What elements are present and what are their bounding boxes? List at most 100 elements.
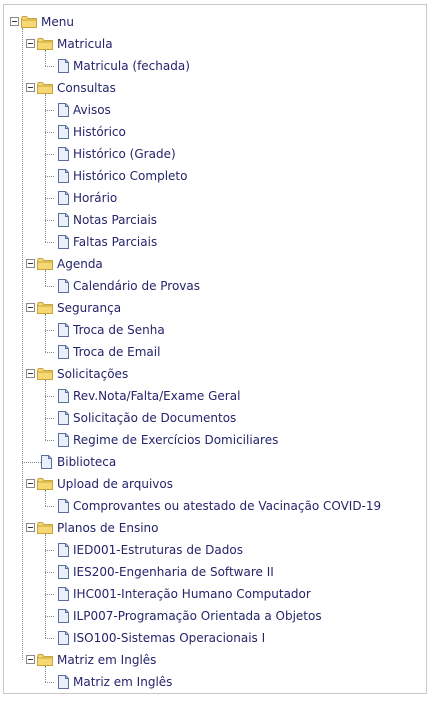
tree-item-calendario-de-provas-label: Calendário de Provas	[73, 279, 201, 293]
folder-open-icon	[37, 38, 53, 50]
tree-item-historico-completo-label: Histórico Completo	[73, 169, 188, 183]
folder-open-icon	[37, 258, 53, 270]
tree-item-ilp007-programacao-orientada-a-objetos-label: ILP007-Programação Orientada a Objetos	[73, 609, 322, 623]
tree-connector-line	[45, 616, 54, 617]
page-icon	[58, 125, 69, 139]
tree-connector-line	[45, 506, 54, 507]
tree-item-troca-de-email-label: Troca de Email	[73, 345, 161, 359]
tree-connector-line	[45, 314, 46, 352]
page-icon	[58, 323, 69, 337]
tree-item-notas-parciais-label: Notas Parciais	[73, 213, 158, 227]
collapse-toggle-matricula[interactable]	[26, 39, 35, 48]
tree-connector-line	[45, 666, 46, 682]
tree-item-ihc001-interacao-humano-computador-label: IHC001-Interação Humano Computador	[73, 587, 311, 601]
page-icon	[58, 499, 69, 513]
tree-item-matricula-fechada-label: Matricula (fechada)	[73, 59, 190, 73]
tree-connector-line	[45, 594, 54, 595]
tree-folder-agenda-label: Agenda	[57, 257, 103, 271]
collapse-toggle-planos-de-ensino[interactable]	[26, 523, 35, 532]
page-icon	[58, 345, 69, 359]
page-icon	[58, 565, 69, 579]
page-icon	[58, 609, 69, 623]
tree-connector-line	[45, 638, 54, 639]
tree-connector-line	[45, 572, 54, 573]
page-icon	[58, 147, 69, 161]
tree-connector-line	[45, 154, 54, 155]
collapse-toggle-agenda[interactable]	[26, 259, 35, 268]
tree-connector-line	[45, 490, 46, 506]
tree-connector-line	[45, 418, 54, 419]
tree-item-ies200-engenharia-de-software-ii-label: IES200-Engenharia de Software II	[73, 565, 274, 579]
folder-open-icon	[37, 302, 53, 314]
folder-open-icon	[37, 82, 53, 94]
collapse-toggle-seguranca[interactable]	[26, 303, 35, 312]
tree-connector-line	[45, 352, 54, 353]
folder-open-icon	[37, 478, 53, 490]
tree-connector-line	[45, 330, 54, 331]
tree-item-regime-de-exercicios-domiciliares-label: Regime de Exercícios Domiciliares	[73, 433, 279, 447]
folder-open-icon	[37, 368, 53, 380]
collapse-toggle-upload-de-arquivos[interactable]	[26, 479, 35, 488]
tree-item-iso100-sistemas-operacionais-i-label: ISO100-Sistemas Operacionais I	[73, 631, 266, 645]
tree-connector-line	[45, 270, 46, 286]
tree-folder-planos-de-ensino-label: Planos de Ensino	[57, 521, 159, 535]
tree-connector-line	[45, 396, 54, 397]
tree-connector-line	[45, 550, 54, 551]
tree-connector-line	[45, 242, 54, 243]
tree-root-menu-label: Menu	[41, 15, 74, 29]
tree-connector-line	[45, 66, 54, 67]
page-icon	[58, 279, 69, 293]
tree-item-historico-label: Histórico	[73, 125, 126, 139]
tree-connector-line	[45, 534, 46, 638]
tree-connector-line	[45, 380, 46, 440]
page-icon	[58, 59, 69, 73]
tree-connector-line	[45, 682, 54, 683]
collapse-toggle-matriz-em-ingles[interactable]	[26, 655, 35, 664]
tree-folder-upload-de-arquivos-label: Upload de arquivos	[57, 477, 174, 491]
tree-connector-line	[22, 462, 41, 463]
page-icon	[58, 411, 69, 425]
tree-connector-line	[45, 50, 46, 66]
tree-folder-solicitacoes-label: Solicitações	[57, 367, 129, 381]
collapse-toggle-consultas[interactable]	[26, 83, 35, 92]
tree-connector-line	[45, 94, 46, 242]
tree-connector-line	[45, 132, 54, 133]
tree-folder-matricula-label: Matricula	[57, 37, 113, 51]
folder-open-icon	[37, 522, 53, 534]
tree-folder-seguranca-label: Segurança	[57, 301, 122, 315]
page-icon	[58, 389, 69, 403]
page-icon	[58, 169, 69, 183]
tree-item-ied001-estruturas-de-dados-label: IED001-Estruturas de Dados	[73, 543, 243, 557]
page-icon	[58, 235, 69, 249]
page-icon	[41, 455, 52, 469]
page-icon	[58, 191, 69, 205]
tree-item-rev-nota-falta-exame-geral-label: Rev.Nota/Falta/Exame Geral	[73, 389, 241, 403]
tree-item-biblioteca-label: Biblioteca	[57, 455, 117, 469]
tree-connector-line	[45, 198, 54, 199]
tree-connector-line	[45, 176, 54, 177]
page-icon	[58, 103, 69, 117]
page-icon	[58, 631, 69, 645]
page-icon	[58, 587, 69, 601]
menu-tree: Menu Matricula Matricula (fechada) Consulta…	[4, 5, 426, 693]
page-icon	[58, 543, 69, 557]
menu-panel: Menu Matricula Matricula (fechada) Consulta…	[3, 4, 427, 694]
tree-folder-matriz-em-ingles-label: Matriz em Inglês	[57, 653, 157, 667]
collapse-toggle-menu[interactable]	[10, 17, 19, 26]
page-icon	[58, 675, 69, 689]
tree-item-horario-label: Horário	[73, 191, 118, 205]
tree-item-historico-grade-label: Histórico (Grade)	[73, 147, 176, 161]
page-icon	[58, 433, 69, 447]
tree-connector-line	[22, 28, 23, 660]
collapse-toggle-solicitacoes[interactable]	[26, 369, 35, 378]
tree-item-solicitacao-de-documentos-label: Solicitação de Documentos	[73, 411, 237, 425]
tree-connector-line	[45, 286, 54, 287]
tree-item-troca-de-senha-label: Troca de Senha	[73, 323, 165, 337]
tree-item-faltas-parciais-label: Faltas Parciais	[73, 235, 158, 249]
folder-open-icon	[21, 16, 37, 28]
tree-folder-consultas-label: Consultas	[57, 81, 116, 95]
page-icon	[58, 213, 69, 227]
tree-connector-line	[45, 440, 54, 441]
tree-item-comprovantes-ou-atestado-de-vacinacao-covid-19-label: Comprovantes ou atestado de Vacinação CO…	[73, 499, 382, 513]
folder-open-icon	[37, 654, 53, 666]
